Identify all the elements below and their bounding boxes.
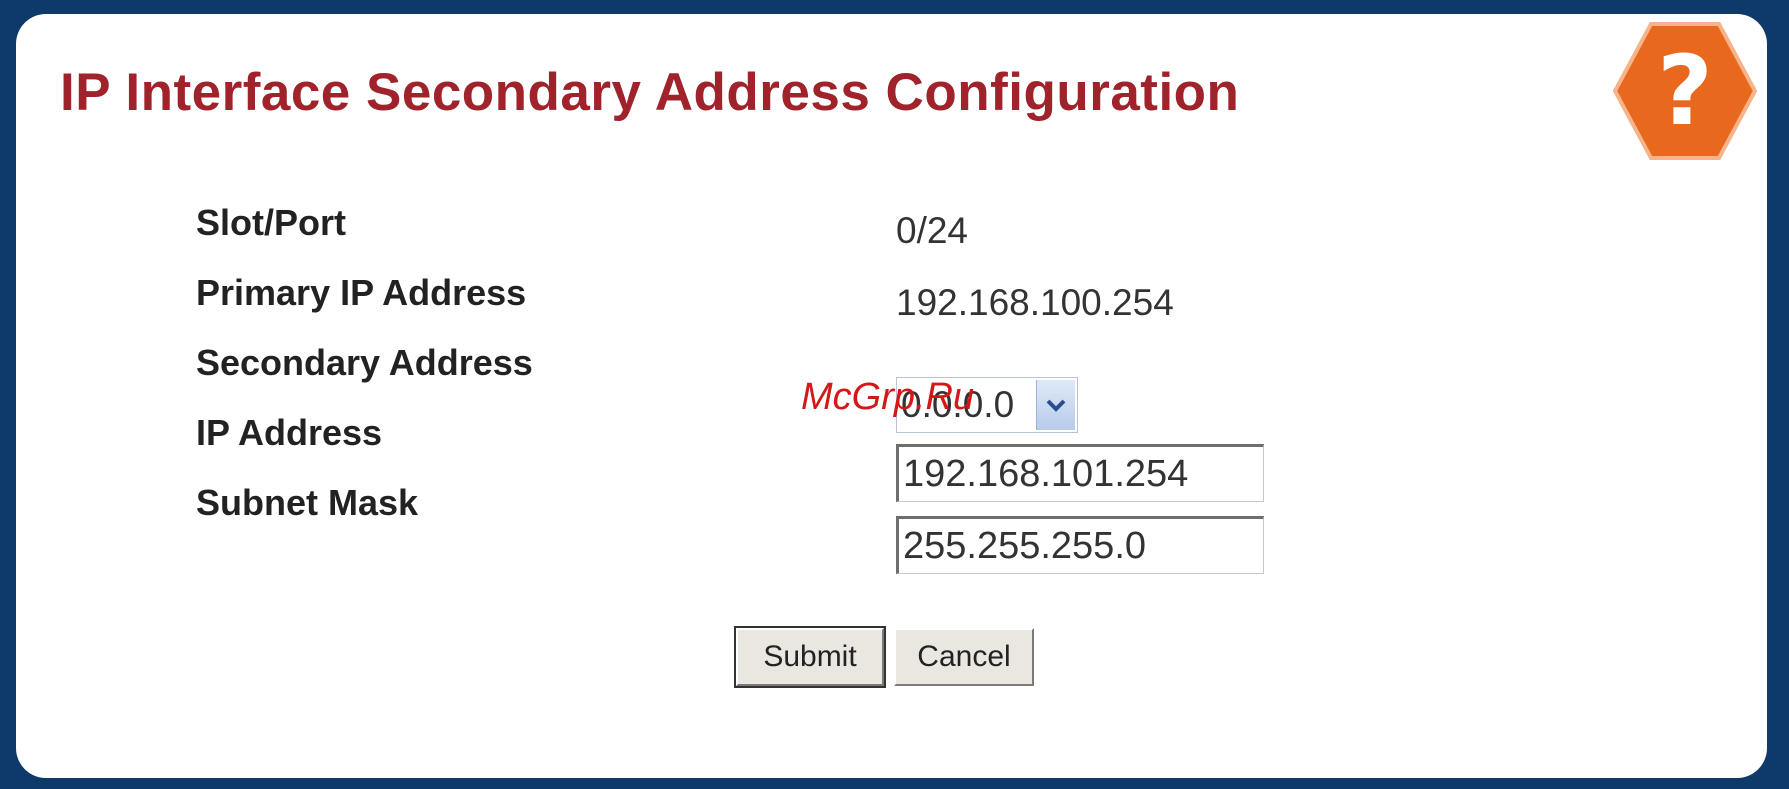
cancel-button[interactable]: Cancel bbox=[894, 628, 1034, 686]
submit-button[interactable]: Submit bbox=[734, 626, 886, 688]
page-title: IP Interface Secondary Address Configura… bbox=[60, 63, 1240, 122]
svg-text:?: ? bbox=[1657, 35, 1713, 147]
slot-port-value: 0/24 bbox=[896, 210, 969, 251]
content-panel: IP Interface Secondary Address Configura… bbox=[16, 14, 1767, 778]
subnet-mask-label: Subnet Mask bbox=[196, 482, 419, 523]
ip-address-input[interactable] bbox=[896, 444, 1264, 502]
help-question-icon[interactable]: ? bbox=[1611, 20, 1759, 162]
primary-ip-label: Primary IP Address bbox=[196, 272, 527, 313]
chevron-down-icon[interactable] bbox=[1036, 380, 1075, 430]
subnet-mask-input[interactable] bbox=[896, 516, 1264, 574]
slot-port-label: Slot/Port bbox=[196, 202, 346, 243]
watermark: McGrp.Ru bbox=[801, 376, 975, 418]
primary-ip-value: 192.168.100.254 bbox=[896, 282, 1174, 323]
ip-address-label: IP Address bbox=[196, 412, 383, 453]
secondary-address-label: Secondary Address bbox=[196, 342, 533, 383]
